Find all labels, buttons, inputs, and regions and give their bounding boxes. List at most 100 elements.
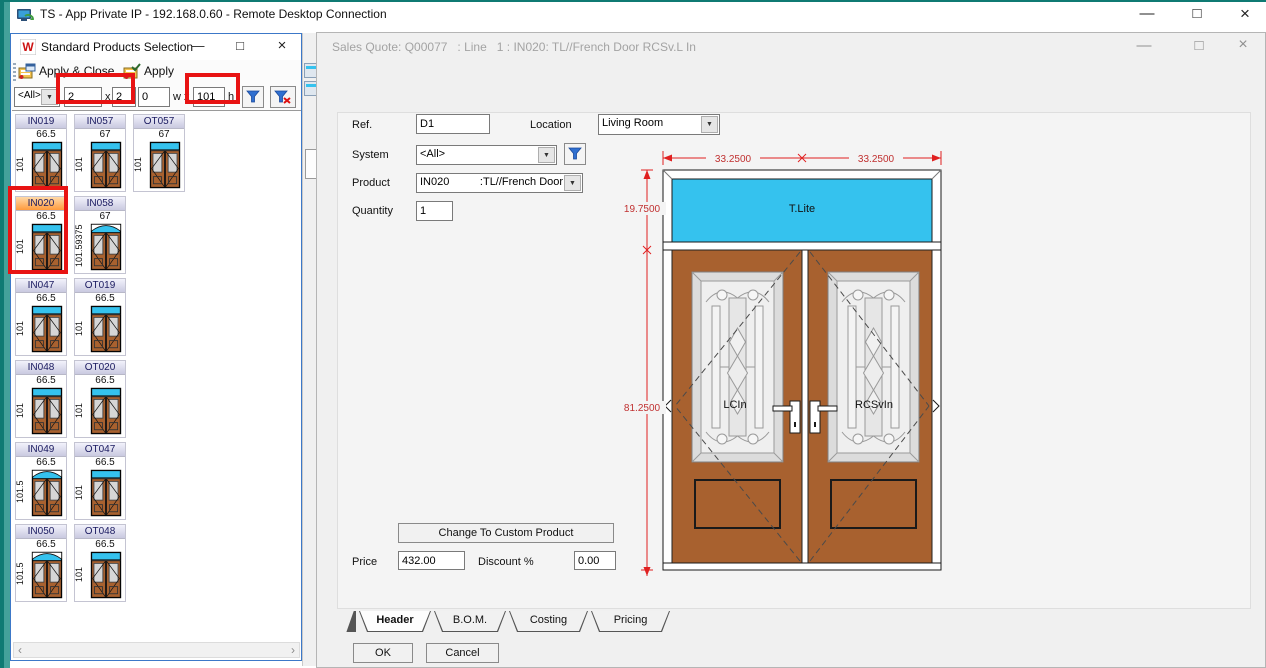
dim-left-bottom: 81.2500 [624,403,661,414]
door-thumbnail-icon [88,222,124,277]
door-thumbnail-icon [88,140,124,195]
ok-button[interactable]: OK [353,643,413,663]
remote-desktop-icon [16,7,34,25]
tile-height: 101 [15,301,26,355]
product-tile-IN050[interactable]: IN05066.5101.5 [15,524,67,602]
product-tile-OT057[interactable]: OT05767101 [133,114,185,192]
quote-maximize-button[interactable]: □ [1184,37,1214,54]
dim-top-left: 33.2500 [715,154,752,165]
system-combo[interactable]: <All> ▼ [416,145,557,165]
dialog-maximize-button[interactable]: □ [227,38,253,53]
tile-height: 101 [74,383,85,437]
system-label: System [352,149,389,161]
product-tile-IN019[interactable]: IN01966.5101 [15,114,67,192]
tab-label: B.O.M. [435,611,505,631]
product-tile-IN048[interactable]: IN04866.5101 [15,360,67,438]
ref-input[interactable] [416,114,490,134]
clear-filter-button[interactable] [270,86,296,108]
tab-bom[interactable]: B.O.M. [434,611,506,632]
rdp-minimize-button[interactable]: — [1132,5,1162,22]
location-label: Location [530,119,572,131]
product-tile-IN049[interactable]: IN04966.5101.5 [15,442,67,520]
tile-height: 101 [74,547,85,601]
location-combo[interactable]: Living Room ▼ [598,114,720,135]
dialog-close-button[interactable]: × [269,37,295,54]
sales-quote-title: Sales Quote: Q00077 : Line 1 : IN020: TL… [332,40,696,54]
tab-costing[interactable]: Costing [509,611,588,632]
price-input[interactable] [398,551,465,570]
tile-code: OT019 [75,279,125,293]
background-window-fragment [302,33,317,666]
door-thumbnail-icon [88,304,124,359]
product-tile-IN057[interactable]: IN05767101 [74,114,126,192]
quote-minimize-button[interactable]: — [1129,37,1159,54]
product-tile-OT019[interactable]: OT01966.5101 [74,278,126,356]
scroll-left-icon[interactable]: ‹ [18,643,22,657]
tile-code: IN058 [75,197,125,211]
transom-panel-label: T.Lite [789,203,815,215]
apply-close-icon[interactable] [18,63,36,80]
product-tile-IN047[interactable]: IN04766.5101 [15,278,67,356]
quote-close-button[interactable]: × [1228,36,1258,54]
tile-height: 101.5 [15,547,26,601]
discount-input[interactable] [574,551,616,570]
dialog-minimize-button[interactable]: — [185,38,211,53]
dim-left-top: 19.7500 [624,204,661,215]
scroll-right-icon[interactable]: › [291,643,295,657]
dialog-toolbar: Apply & Close Apply [11,60,301,84]
chevron-down-icon[interactable]: ▼ [538,147,555,163]
tile-code: IN019 [16,115,66,129]
tile-width: 66.5 [26,539,66,550]
product-combo[interactable]: IN020 :TL//French Door ▼ [416,173,583,193]
width-input[interactable] [138,87,170,107]
product-tile-OT047[interactable]: OT04766.5101 [74,442,126,520]
toolbar-grip [13,63,16,81]
tab-label: Pricing [592,611,669,631]
tile-width: 66.5 [85,293,125,304]
door-thumbnail-icon [29,386,65,441]
tab-strip: HeaderB.O.M.CostingPricing [340,611,670,632]
tile-height: 101 [133,137,144,191]
ref-label: Ref. [352,119,372,131]
quantity-input[interactable] [416,201,453,221]
rdp-close-button[interactable]: × [1230,4,1260,24]
tile-width: 66.5 [85,457,125,468]
door-thumbnail-icon [88,386,124,441]
product-tile-IN058[interactable]: IN05867101.59375 [74,196,126,274]
tile-width: 66.5 [26,129,66,140]
chevron-down-icon[interactable]: ▼ [701,116,718,133]
apply-button[interactable]: Apply [144,64,174,78]
product-tile-OT020[interactable]: OT02066.5101 [74,360,126,438]
tile-code: OT048 [75,525,125,539]
tab-header[interactable]: Header [359,611,431,632]
tile-code: IN049 [16,443,66,457]
right-door-label: RCSvIn [855,399,893,411]
category-combo[interactable]: <All> ▼ [14,87,60,107]
apply-filter-button[interactable] [242,86,264,108]
tile-height: 101 [74,137,85,191]
tile-width: 67 [85,129,125,140]
system-filter-button[interactable] [564,143,586,165]
left-door-label: LCIn [723,399,746,411]
tile-width: 66.5 [26,457,66,468]
tab-pricing[interactable]: Pricing [591,611,670,632]
svg-text:W: W [22,40,34,54]
rdp-maximize-button[interactable]: □ [1182,5,1212,22]
tab-label: Costing [510,611,587,631]
tab-label: Header [360,611,430,631]
tile-code: IN048 [16,361,66,375]
tile-height: 101 [15,383,26,437]
chevron-down-icon[interactable]: ▼ [564,175,581,191]
products-dialog-title: Standard Products Selection [41,40,193,54]
tile-height: 101 [74,301,85,355]
change-to-custom-product-button[interactable]: Change To Custom Product [398,523,614,543]
horizontal-scrollbar[interactable]: ‹ › [13,642,300,658]
cancel-button[interactable]: Cancel [426,643,499,663]
door-thumbnail-icon [88,550,124,605]
tile-code: OT020 [75,361,125,375]
tile-width: 66.5 [85,539,125,550]
tile-code: OT057 [134,115,184,129]
filter-clear-icon [274,90,292,104]
tile-height: 101.5 [15,465,26,519]
product-tile-OT048[interactable]: OT04866.5101 [74,524,126,602]
